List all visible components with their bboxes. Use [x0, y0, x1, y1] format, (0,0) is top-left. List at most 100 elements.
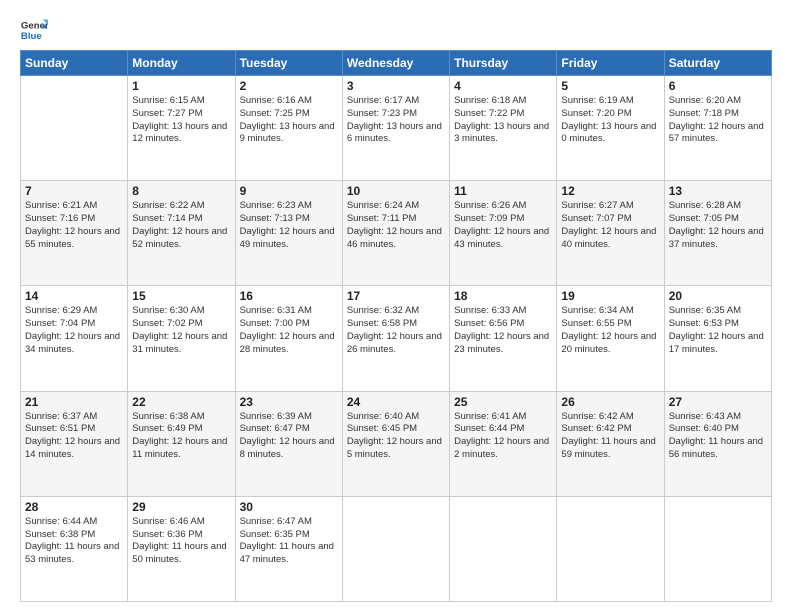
day-number: 21	[25, 395, 123, 409]
day-info: Sunrise: 6:16 AMSunset: 7:25 PMDaylight:…	[240, 95, 338, 146]
calendar-week-row: 21Sunrise: 6:37 AMSunset: 6:51 PMDayligh…	[21, 391, 772, 496]
calendar-cell: 17Sunrise: 6:32 AMSunset: 6:58 PMDayligh…	[342, 286, 449, 391]
day-info: Sunrise: 6:41 AMSunset: 6:44 PMDaylight:…	[454, 411, 552, 462]
day-number: 26	[561, 395, 659, 409]
day-info: Sunrise: 6:19 AMSunset: 7:20 PMDaylight:…	[561, 95, 659, 146]
day-info: Sunrise: 6:33 AMSunset: 6:56 PMDaylight:…	[454, 305, 552, 356]
day-info: Sunrise: 6:31 AMSunset: 7:00 PMDaylight:…	[240, 305, 338, 356]
day-number: 8	[132, 184, 230, 198]
day-number: 14	[25, 289, 123, 303]
day-number: 28	[25, 500, 123, 514]
calendar-cell	[21, 76, 128, 181]
day-info: Sunrise: 6:15 AMSunset: 7:27 PMDaylight:…	[132, 95, 230, 146]
calendar-cell: 16 Sunrise: 6:31 AMSunset: 7:00 PMDayligh…	[235, 286, 342, 391]
calendar-cell: 26 Sunrise: 6:42 AMSunset: 6:42 PMDayligh…	[557, 391, 664, 496]
calendar-cell: 9 Sunrise: 6:23 AMSunset: 7:13 PMDaylight…	[235, 181, 342, 286]
day-info: Sunrise: 6:40 AMSunset: 6:45 PMDaylight:…	[347, 411, 445, 462]
day-number: 22	[132, 395, 230, 409]
calendar-cell: 15 Sunrise: 6:30 AMSunset: 7:02 PMDayligh…	[128, 286, 235, 391]
calendar-cell: 21Sunrise: 6:37 AMSunset: 6:51 PMDayligh…	[21, 391, 128, 496]
day-info: Sunrise: 6:24 AMSunset: 7:11 PMDaylight:…	[347, 200, 445, 251]
calendar-cell	[342, 496, 449, 601]
calendar-cell: 5 Sunrise: 6:19 AMSunset: 7:20 PMDaylight…	[557, 76, 664, 181]
day-info: Sunrise: 6:44 AMSunset: 6:38 PMDaylight:…	[25, 516, 123, 567]
calendar-cell: 27 Sunrise: 6:43 AMSunset: 6:40 PMDayligh…	[664, 391, 771, 496]
day-number: 18	[454, 289, 552, 303]
day-number: 9	[240, 184, 338, 198]
day-info: Sunrise: 6:46 AMSunset: 6:36 PMDaylight:…	[132, 516, 230, 567]
day-number: 5	[561, 79, 659, 93]
calendar-table: SundayMondayTuesdayWednesdayThursdayFrid…	[20, 50, 772, 602]
calendar-cell: 29 Sunrise: 6:46 AMSunset: 6:36 PMDayligh…	[128, 496, 235, 601]
calendar-cell: 14 Sunrise: 6:29 AMSunset: 7:04 PMDayligh…	[21, 286, 128, 391]
day-number: 23	[240, 395, 338, 409]
day-number: 3	[347, 79, 445, 93]
day-number: 4	[454, 79, 552, 93]
header: General Blue	[20, 16, 772, 44]
calendar-cell: 24 Sunrise: 6:40 AMSunset: 6:45 PMDayligh…	[342, 391, 449, 496]
calendar-cell: 19 Sunrise: 6:34 AMSunset: 6:55 PMDayligh…	[557, 286, 664, 391]
calendar-cell: 20 Sunrise: 6:35 AMSunset: 6:53 PMDayligh…	[664, 286, 771, 391]
day-number: 10	[347, 184, 445, 198]
day-info: Sunrise: 6:47 AMSunset: 6:35 PMDaylight:…	[240, 516, 338, 567]
day-info: Sunrise: 6:43 AMSunset: 6:40 PMDaylight:…	[669, 411, 767, 462]
calendar-day-header: Thursday	[450, 51, 557, 76]
day-info: Sunrise: 6:32 AMSunset: 6:58 PMDaylight:…	[347, 305, 445, 356]
calendar-header-row: SundayMondayTuesdayWednesdayThursdayFrid…	[21, 51, 772, 76]
calendar-cell: 23Sunrise: 6:39 AMSunset: 6:47 PMDayligh…	[235, 391, 342, 496]
day-number: 7	[25, 184, 123, 198]
calendar-day-header: Monday	[128, 51, 235, 76]
calendar-cell: 6 Sunrise: 6:20 AMSunset: 7:18 PMDaylight…	[664, 76, 771, 181]
calendar-cell: 11Sunrise: 6:26 AMSunset: 7:09 PMDayligh…	[450, 181, 557, 286]
day-info: Sunrise: 6:35 AMSunset: 6:53 PMDaylight:…	[669, 305, 767, 356]
calendar-cell	[664, 496, 771, 601]
day-number: 24	[347, 395, 445, 409]
day-number: 15	[132, 289, 230, 303]
calendar-week-row: 1 Sunrise: 6:15 AMSunset: 7:27 PMDaylight…	[21, 76, 772, 181]
page: General Blue SundayMondayTuesdayWednesda…	[0, 0, 792, 612]
day-number: 11	[454, 184, 552, 198]
calendar-day-header: Saturday	[664, 51, 771, 76]
day-info: Sunrise: 6:29 AMSunset: 7:04 PMDaylight:…	[25, 305, 123, 356]
day-info: Sunrise: 6:23 AMSunset: 7:13 PMDaylight:…	[240, 200, 338, 251]
calendar-cell: 28 Sunrise: 6:44 AMSunset: 6:38 PMDayligh…	[21, 496, 128, 601]
day-number: 25	[454, 395, 552, 409]
calendar-cell: 18 Sunrise: 6:33 AMSunset: 6:56 PMDayligh…	[450, 286, 557, 391]
calendar-day-header: Friday	[557, 51, 664, 76]
calendar-cell: 30Sunrise: 6:47 AMSunset: 6:35 PMDayligh…	[235, 496, 342, 601]
calendar-cell	[557, 496, 664, 601]
calendar-cell: 1 Sunrise: 6:15 AMSunset: 7:27 PMDaylight…	[128, 76, 235, 181]
calendar-cell: 7 Sunrise: 6:21 AMSunset: 7:16 PMDaylight…	[21, 181, 128, 286]
day-number: 19	[561, 289, 659, 303]
day-info: Sunrise: 6:30 AMSunset: 7:02 PMDaylight:…	[132, 305, 230, 356]
day-number: 27	[669, 395, 767, 409]
calendar-cell: 2Sunrise: 6:16 AMSunset: 7:25 PMDaylight…	[235, 76, 342, 181]
day-info: Sunrise: 6:20 AMSunset: 7:18 PMDaylight:…	[669, 95, 767, 146]
day-number: 6	[669, 79, 767, 93]
day-info: Sunrise: 6:42 AMSunset: 6:42 PMDaylight:…	[561, 411, 659, 462]
day-info: Sunrise: 6:28 AMSunset: 7:05 PMDaylight:…	[669, 200, 767, 251]
day-number: 13	[669, 184, 767, 198]
day-number: 20	[669, 289, 767, 303]
calendar-day-header: Sunday	[21, 51, 128, 76]
logo-icon: General Blue	[20, 16, 48, 44]
calendar-day-header: Tuesday	[235, 51, 342, 76]
day-info: Sunrise: 6:38 AMSunset: 6:49 PMDaylight:…	[132, 411, 230, 462]
calendar-cell: 8 Sunrise: 6:22 AMSunset: 7:14 PMDaylight…	[128, 181, 235, 286]
svg-text:Blue: Blue	[21, 31, 42, 42]
day-info: Sunrise: 6:17 AMSunset: 7:23 PMDaylight:…	[347, 95, 445, 146]
day-info: Sunrise: 6:22 AMSunset: 7:14 PMDaylight:…	[132, 200, 230, 251]
day-info: Sunrise: 6:21 AMSunset: 7:16 PMDaylight:…	[25, 200, 123, 251]
day-info: Sunrise: 6:18 AMSunset: 7:22 PMDaylight:…	[454, 95, 552, 146]
day-info: Sunrise: 6:34 AMSunset: 6:55 PMDaylight:…	[561, 305, 659, 356]
calendar-cell: 22 Sunrise: 6:38 AMSunset: 6:49 PMDayligh…	[128, 391, 235, 496]
calendar-week-row: 28 Sunrise: 6:44 AMSunset: 6:38 PMDayligh…	[21, 496, 772, 601]
day-number: 1	[132, 79, 230, 93]
day-number: 16	[240, 289, 338, 303]
calendar-day-header: Wednesday	[342, 51, 449, 76]
calendar-cell: 4 Sunrise: 6:18 AMSunset: 7:22 PMDaylight…	[450, 76, 557, 181]
day-number: 29	[132, 500, 230, 514]
calendar-cell: 25 Sunrise: 6:41 AMSunset: 6:44 PMDayligh…	[450, 391, 557, 496]
calendar-cell: 13 Sunrise: 6:28 AMSunset: 7:05 PMDayligh…	[664, 181, 771, 286]
calendar-cell: 10 Sunrise: 6:24 AMSunset: 7:11 PMDayligh…	[342, 181, 449, 286]
